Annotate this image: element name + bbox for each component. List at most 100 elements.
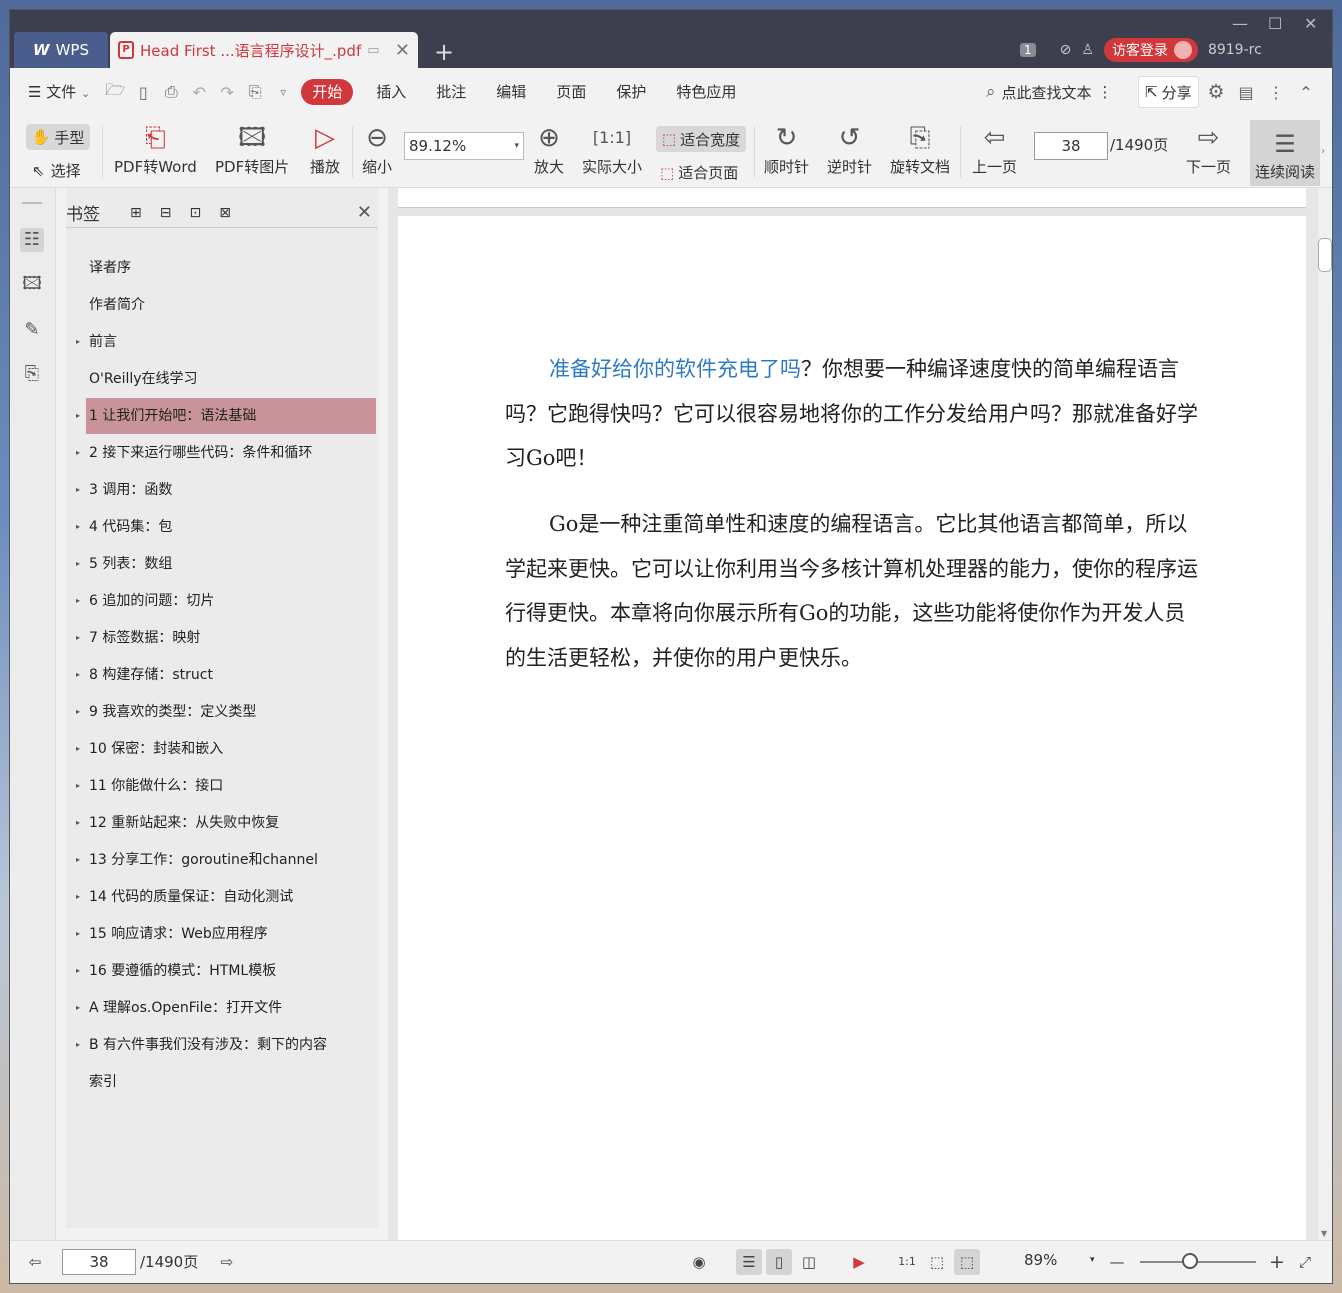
zoom-in-status-icon[interactable]: + [1264,1249,1290,1275]
play-slideshow-icon[interactable]: ▶ [846,1249,872,1275]
tab-features[interactable]: 特色应用 [661,68,751,116]
rotate-clockwise-button[interactable]: ↻ 顺时针 [764,120,809,177]
zoom-percentage[interactable]: 89% [1024,1251,1057,1269]
bookmark-item[interactable]: ▸ 4 代码集：包 [76,509,376,545]
tab-page[interactable]: 页面 [541,68,601,116]
bookmark-item[interactable]: ▸ 15 响应请求：Web应用程序 [76,916,376,952]
save-icon[interactable]: ▯ [133,83,153,102]
maximize-icon[interactable]: ☐ [1268,14,1282,33]
tab-annotate[interactable]: 批注 [421,68,481,116]
actual-size-status-icon[interactable]: 1:1 [894,1249,920,1275]
expand-arrow-icon[interactable]: ▸ [76,657,80,693]
fullscreen-icon[interactable]: ⤢ [1292,1249,1318,1275]
bookmark-item[interactable]: ▸ A 理解os.OpenFile：打开文件 [76,990,376,1026]
annotation-panel-icon[interactable]: ✎ [20,318,44,342]
zoom-select[interactable]: 89.12% ▾ [404,132,524,160]
bookmark-item[interactable]: ▸ 14 代码的质量保证：自动化测试 [76,879,376,915]
hand-tool-button[interactable]: ✋ 手型 [26,124,90,150]
bookmark-item[interactable]: ▸ 12 重新站起来：从失败中恢复 [76,805,376,841]
document-tab[interactable]: P Head First ...语言程序设计_.pdf ▭ ✕ [110,32,418,68]
bookmark-item[interactable]: ▸ 10 保密：封装和嵌入 [76,731,376,767]
play-button[interactable]: ▷ 播放 [310,120,340,177]
bookmark-item[interactable]: ▸ 16 要遵循的模式：HTML模板 [76,953,376,989]
continuous-view-icon[interactable]: ☰ [736,1249,762,1275]
new-tab-icon[interactable]: + [434,38,454,66]
expand-arrow-icon[interactable]: ▸ [76,398,80,434]
pdf-to-word-button[interactable]: ⎗ PDF转Word [114,120,197,177]
share-button[interactable]: ⇱ 分享 [1138,76,1199,108]
bookmark-item[interactable]: 译者序 [86,250,376,286]
zoom-dropdown-icon[interactable]: ▾ [1090,1255,1095,1265]
more-options-icon[interactable]: ⋮ [1266,83,1286,102]
open-folder-icon[interactable]: 🗁 [105,79,125,106]
expand-arrow-icon[interactable]: ▸ [76,805,80,841]
thumbnails-panel-icon[interactable]: 🖾 [20,272,44,296]
scrollbar-thumb[interactable] [1318,238,1332,272]
bookmark-item[interactable]: ▸ 3 调用：函数 [76,472,376,508]
bookmark-item[interactable]: 索引 [86,1064,376,1100]
zoom-slider-knob[interactable] [1182,1253,1198,1269]
bookmark-item[interactable]: ▸ B 有六件事我们没有涉及：剩下的内容 [76,1027,376,1063]
expand-arrow-icon[interactable]: ▸ [76,472,80,508]
attachments-panel-icon[interactable]: ⎘ [20,362,44,386]
page-number-input[interactable]: 38 [1034,132,1108,160]
bookmark-item[interactable]: ▸ 前言 [76,324,376,360]
bookmark-item[interactable]: ▸ 2 接下来运行哪些代码：条件和循环 [76,435,376,471]
print-icon[interactable]: ⎙ [161,82,181,102]
find-text-box[interactable]: ⌕ 点此查找文本 ⋮ [986,68,1113,116]
expand-arrow-icon[interactable]: ▸ [76,694,80,730]
single-page-view-icon[interactable]: ▯ [766,1249,792,1275]
actual-size-button[interactable]: [1:1] 实际大小 [582,120,642,177]
undo-icon[interactable]: ↶ [189,83,209,102]
tab-insert[interactable]: 插入 [361,68,421,116]
bookmark-item[interactable]: ▸ 1 让我们开始吧：语法基础 [76,398,376,434]
expand-arrow-icon[interactable]: ▸ [76,435,80,471]
bookmark-item[interactable]: ▸ 11 你能做什么：接口 [76,768,376,804]
expand-arrow-icon[interactable]: ▸ [76,324,80,360]
wps-home-tab[interactable]: W WPS [14,32,108,68]
rotate-counterclockwise-button[interactable]: ↺ 逆时针 [827,120,872,177]
highlight-link[interactable]: 准备好给你的软件充电了吗 [549,357,801,381]
status-page-input[interactable]: 38 [62,1249,136,1275]
more-quick-icon[interactable]: ▿ [273,86,293,99]
expand-arrow-icon[interactable]: ▸ [76,509,80,545]
vertical-scrollbar[interactable]: ▼ [1318,188,1332,1240]
expand-arrow-icon[interactable]: ▸ [76,1027,80,1063]
expand-arrow-icon[interactable]: ▸ [76,768,80,804]
close-panel-icon[interactable]: ✕ [357,202,372,223]
drag-handle[interactable] [22,202,42,204]
bookmark-item[interactable]: O'Reilly在线学习 [86,361,376,397]
collapse-ribbon-icon[interactable]: ⌃ [1296,83,1316,102]
double-page-view-icon[interactable]: ◫ [796,1249,822,1275]
window-count-badge[interactable]: 1 [1020,43,1036,57]
expand-arrow-icon[interactable]: ▸ [76,953,80,989]
pdf-to-image-button[interactable]: 🖾 PDF转图片 [215,120,289,177]
remove-bookmark-icon[interactable]: ⊟ [160,205,172,221]
close-tab-icon[interactable]: ✕ [395,40,410,61]
previous-page-button[interactable]: ⇦ 上一页 [972,120,1017,177]
expand-arrow-icon[interactable]: ▸ [76,583,80,619]
select-tool-button[interactable]: ⇖ 选择 [32,160,81,181]
bookmark-settings-icon[interactable]: ⊠ [219,205,231,221]
bookmark-item[interactable]: ▸ 13 分享工作：goroutine和channel [76,842,376,878]
minimize-icon[interactable]: — [1232,14,1248,33]
expand-bookmark-icon[interactable]: ⊡ [189,205,201,221]
skin-icon[interactable]: ♙ [1081,42,1094,58]
expand-arrow-icon[interactable]: ▸ [76,620,80,656]
status-prev-page-icon[interactable]: ⇦ [22,1249,48,1275]
ribbon-scroll-right-icon[interactable]: › [1321,146,1325,157]
tab-edit[interactable]: 编辑 [481,68,541,116]
redo-icon[interactable]: ↷ [217,83,237,102]
status-next-page-icon[interactable]: ⇨ [214,1249,240,1275]
bookmark-item[interactable]: ▸ 7 标签数据：映射 [76,620,376,656]
export-icon[interactable]: ⎘ [245,82,265,102]
more-vertical-icon[interactable]: ⋮ [1098,83,1113,101]
bookmark-item[interactable]: 作者简介 [86,287,376,323]
scroll-down-icon[interactable]: ▼ [1321,1229,1327,1238]
tab-protect[interactable]: 保护 [601,68,661,116]
next-page-button[interactable]: ⇨ 下一页 [1186,120,1231,177]
bookmark-item[interactable]: ▸ 6 追加的问题：切片 [76,583,376,619]
fit-page-status-icon[interactable]: ⬚ [924,1249,950,1275]
bookmark-item[interactable]: ▸ 8 构建存储：struct [76,657,376,693]
eye-protection-icon[interactable]: ◉ [686,1249,712,1275]
